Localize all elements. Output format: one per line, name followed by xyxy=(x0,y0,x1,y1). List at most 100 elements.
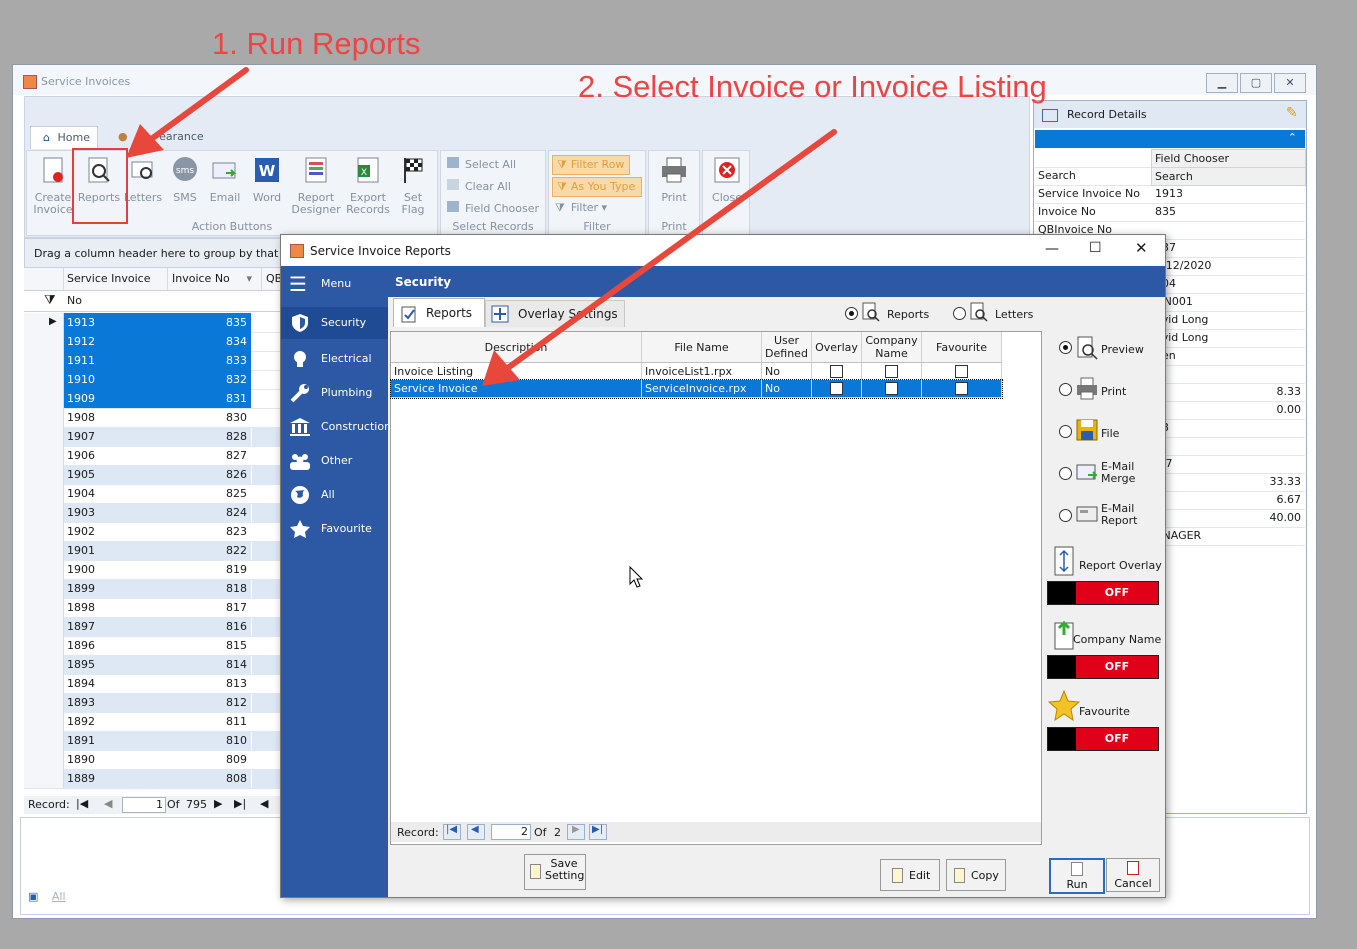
table-row[interactable]: 1901 822 xyxy=(24,541,282,561)
column-header-favourite[interactable]: Favourite xyxy=(922,332,1002,363)
row-indicator[interactable] xyxy=(24,503,64,522)
company-name-checkbox[interactable] xyxy=(885,382,898,395)
cell-invoice-no[interactable]: 833 xyxy=(164,351,251,370)
cell-service-invoice-no[interactable]: 1892 xyxy=(64,712,166,731)
table-row[interactable]: ▶ 1913 835 xyxy=(24,313,282,333)
reports-first-button[interactable]: |◀ xyxy=(443,824,461,840)
cell-qb[interactable] xyxy=(252,731,282,750)
run-button[interactable]: Run xyxy=(1049,858,1105,894)
cell-qb[interactable] xyxy=(252,750,282,769)
row-indicator[interactable] xyxy=(24,598,64,617)
table-row[interactable]: 1906 827 xyxy=(24,446,282,466)
cell-service-invoice-no[interactable]: 1896 xyxy=(64,636,166,655)
detail-value[interactable]: 1913 xyxy=(1155,185,1301,203)
cell-invoice-no[interactable]: 827 xyxy=(164,446,251,465)
cell-invoice-no[interactable]: 826 xyxy=(164,465,251,484)
cell-invoice-no[interactable]: 813 xyxy=(164,674,251,693)
email-merge-radio[interactable] xyxy=(1059,467,1072,480)
field-chooser-button[interactable]: Field Chooser xyxy=(1151,149,1306,168)
detail-value[interactable]: 004 xyxy=(1155,275,1301,293)
cell-description[interactable]: Service Invoice xyxy=(391,380,642,397)
tab-home[interactable]: ⌂ Home xyxy=(30,126,98,149)
tab-reports[interactable]: Reports xyxy=(393,298,485,327)
row-indicator[interactable] xyxy=(24,579,64,598)
dialog-maximize-button[interactable]: ☐ xyxy=(1089,240,1102,256)
row-indicator[interactable] xyxy=(24,465,64,484)
cell-qb[interactable] xyxy=(252,541,282,560)
detail-value[interactable]: avid Long xyxy=(1155,311,1301,329)
cell-qb[interactable] xyxy=(252,503,282,522)
favourite-checkbox[interactable] xyxy=(955,365,968,378)
cell-invoice-no[interactable]: 816 xyxy=(164,617,251,636)
cell-invoice-no[interactable]: 825 xyxy=(164,484,251,503)
row-indicator[interactable] xyxy=(24,541,64,560)
copy-button[interactable]: Copy xyxy=(946,859,1006,891)
cell-invoice-no[interactable]: 808 xyxy=(164,769,251,788)
row-indicator[interactable] xyxy=(24,446,64,465)
cell-qb[interactable] xyxy=(252,617,282,636)
cell-service-invoice-no[interactable]: 1910 xyxy=(64,370,166,389)
row-indicator[interactable] xyxy=(24,674,64,693)
next-record-button[interactable]: ▶ xyxy=(214,797,222,810)
cell-service-invoice-no[interactable]: 1902 xyxy=(64,522,166,541)
sms-button[interactable]: sms SMS xyxy=(165,155,205,204)
detail-value[interactable]: 1/12/2020 xyxy=(1155,257,1301,275)
menu-toggle[interactable]: ☰ Menu xyxy=(281,268,388,300)
cell-service-invoice-no[interactable]: 1912 xyxy=(64,332,166,351)
scroll-left-button[interactable]: ◀ xyxy=(260,797,268,810)
overlay-checkbox[interactable] xyxy=(830,365,843,378)
reports-record-input[interactable]: 2 xyxy=(491,824,531,840)
row-indicator[interactable] xyxy=(24,351,64,370)
cell-service-invoice-no[interactable]: 1913 xyxy=(64,313,166,332)
cell-file-name[interactable]: ServiceInvoice.rpx xyxy=(642,380,762,397)
cell-service-invoice-no[interactable]: 1889 xyxy=(64,769,166,788)
tab-overlay-settings[interactable]: Overlay Settings xyxy=(485,300,625,327)
clear-all-button[interactable]: Clear All xyxy=(447,179,511,193)
column-header-description[interactable]: Description xyxy=(391,332,642,363)
cell-qb[interactable] xyxy=(252,370,282,389)
cell-invoice-no[interactable]: 824 xyxy=(164,503,251,522)
reports-last-button[interactable]: ▶| xyxy=(589,824,607,840)
sidebar-item-plumbing[interactable]: Plumbing xyxy=(281,377,388,409)
favourite-checkbox[interactable] xyxy=(955,382,968,395)
sidebar-item-all[interactable]: All xyxy=(281,479,388,511)
cell-service-invoice-no[interactable]: 1905 xyxy=(64,465,166,484)
cell-file-name[interactable]: InvoiceList1.rpx xyxy=(642,363,762,380)
filter-icon[interactable]: ⧩ xyxy=(44,293,56,308)
table-row[interactable]: 1889 808 xyxy=(24,769,282,789)
cell-invoice-no[interactable]: 828 xyxy=(164,427,251,446)
detail-value[interactable]: 835 xyxy=(1155,203,1301,221)
cell-qb[interactable] xyxy=(252,465,282,484)
row-indicator[interactable] xyxy=(24,389,64,408)
preview-radio[interactable] xyxy=(1059,341,1072,354)
cell-user-defined[interactable]: No xyxy=(762,363,812,380)
row-indicator[interactable] xyxy=(24,712,64,731)
row-indicator[interactable] xyxy=(24,636,64,655)
company-name-checkbox[interactable] xyxy=(885,365,898,378)
cell-qb[interactable] xyxy=(252,389,282,408)
cell-service-invoice-no[interactable]: 1899 xyxy=(64,579,166,598)
table-row[interactable]: 1897 816 xyxy=(24,617,282,637)
table-row[interactable]: 1898 817 xyxy=(24,598,282,618)
tab-appearance[interactable]: ● earance xyxy=(118,126,218,148)
column-header-company-name[interactable]: Company Name xyxy=(862,332,922,363)
cell-service-invoice-no[interactable]: 1890 xyxy=(64,750,166,769)
cell-invoice-no[interactable]: 812 xyxy=(164,693,251,712)
table-row[interactable]: 1893 812 xyxy=(24,693,282,713)
cell-service-invoice-no[interactable]: 1895 xyxy=(64,655,166,674)
cell-invoice-no[interactable]: 809 xyxy=(164,750,251,769)
cell-invoice-no[interactable]: 835 xyxy=(164,313,251,332)
row-indicator[interactable] xyxy=(24,617,64,636)
dialog-minimize-button[interactable]: — xyxy=(1045,241,1059,257)
cell-service-invoice-no[interactable]: 1901 xyxy=(64,541,166,560)
details-collapse-bar[interactable]: ⌃ xyxy=(1035,130,1305,148)
table-row[interactable]: 1905 826 xyxy=(24,465,282,485)
cell-invoice-no[interactable]: 819 xyxy=(164,560,251,579)
print-button[interactable]: Print xyxy=(653,155,695,204)
cell-qb[interactable] xyxy=(252,712,282,731)
cell-service-invoice-no[interactable]: 1909 xyxy=(64,389,166,408)
table-row[interactable]: 1908 830 xyxy=(24,408,282,428)
reports-radio[interactable] xyxy=(845,307,858,320)
detail-value[interactable]: 0.00 xyxy=(1155,401,1302,419)
cell-invoice-no[interactable]: 823 xyxy=(164,522,251,541)
